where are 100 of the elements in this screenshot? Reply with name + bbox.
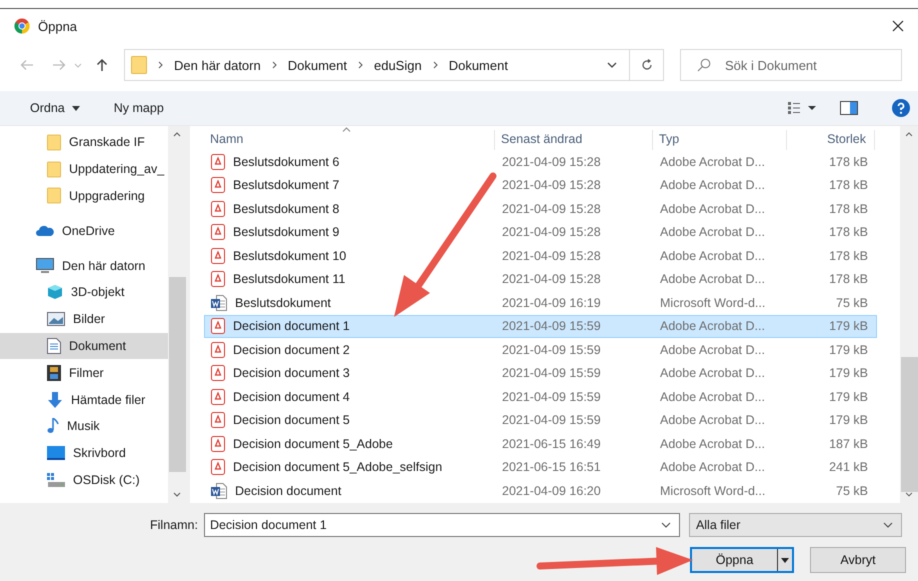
breadcrumb[interactable]: eduSign [374, 58, 422, 72]
size-cell-text: 178 kB [828, 272, 869, 286]
open-button[interactable]: Öppna [690, 547, 794, 573]
sidebar-item[interactable]: Hämtade filer [0, 386, 168, 413]
file-name: Beslutsdokument 8 [205, 200, 496, 217]
chevron-right-icon[interactable] [158, 61, 163, 69]
scroll-down-icon[interactable] [173, 492, 181, 497]
file-row[interactable]: Beslutsdokument 2021-04-09 16:19 Microsoft Word-d... 75 kB [204, 291, 877, 314]
sidebar-item[interactable]: Skrivbord [0, 440, 168, 467]
file-row[interactable]: Decision document 5_Adobe_selfsign 2021-06-15 16:51 Adobe Acrobat D... 241 kB [204, 456, 877, 479]
size-cell-text: 179 kB [828, 342, 869, 357]
filename-field[interactable]: Decision document 1 [204, 513, 680, 537]
sidebar-item[interactable]: Musik [0, 412, 168, 440]
pdf-file-icon [211, 365, 225, 382]
pdf-file-icon [211, 177, 225, 194]
size-cell-text: 75 kB [835, 484, 869, 498]
address-bar[interactable]: Den här datorn Dokument eduSign Dokument [124, 49, 630, 81]
file-name: Beslutsdokument 7 [205, 177, 496, 194]
sidebar-item[interactable]: Uppgradering [0, 182, 168, 210]
organize-menu[interactable]: Ordna [30, 101, 80, 115]
file-row[interactable]: Decision document 3 2021-04-09 15:59 Adobe Acrobat D... 179 kB [204, 362, 877, 385]
close-icon[interactable] [892, 20, 904, 32]
file-row[interactable]: Beslutsdokument 11 2021-04-09 15:28 Adobe Acrobat D... 178 kB [204, 268, 877, 291]
cancel-button[interactable]: Avbryt [810, 547, 906, 573]
file-row[interactable]: Decision document 5 2021-04-09 15:59 Adobe Acrobat D... 179 kB [204, 408, 877, 432]
file-row[interactable]: Beslutsdokument 8 2021-04-09 15:28 Adobe Acrobat D... 178 kB [204, 197, 877, 220]
chevron-right-icon[interactable] [358, 61, 363, 69]
new-folder-button[interactable]: Ny mapp [114, 101, 164, 115]
sidebar-item[interactable]: Uppdatering_av_ [0, 156, 168, 183]
caret-icon [72, 106, 80, 110]
breadcrumb[interactable]: Dokument [448, 58, 508, 72]
down-arrow-icon [47, 392, 63, 408]
file-row[interactable]: Beslutsdokument 10 2021-04-09 15:28 Adobe Acrobat D... 178 kB [204, 244, 877, 268]
refresh-button[interactable] [630, 49, 664, 81]
file-row[interactable]: Decision document 2021-04-09 16:20 Microsoft Word-d... 75 kB [204, 479, 877, 502]
date-cell-text: 2021-04-09 16:19 [501, 296, 602, 310]
sidebar-item[interactable]: Granskade IF [0, 129, 168, 156]
type-cell-text: Adobe Acrobat D... [659, 154, 766, 169]
sidebar-item[interactable]: Den här datorn [0, 252, 168, 279]
file-row[interactable]: Decision document 5_Adobe 2021-06-15 16:49 Adobe Acrobat D... 187 kB [204, 432, 877, 456]
help-icon[interactable] [892, 99, 910, 117]
breadcrumb[interactable]: Den här datorn [174, 58, 261, 72]
pdf-file-icon [211, 388, 225, 405]
chevron-right-icon[interactable] [272, 61, 277, 69]
date-cell-text: 2021-04-09 16:20 [501, 484, 602, 498]
file-row[interactable]: Decision document 2 2021-04-09 15:59 Adobe Acrobat D... 179 kB [204, 338, 877, 362]
search-field[interactable]: Sök i Dokument [680, 49, 902, 81]
type-cell-text: Adobe Acrobat D... [659, 460, 766, 474]
folder-icon [47, 134, 61, 151]
scroll-up-icon[interactable] [905, 132, 913, 137]
preview-pane-icon[interactable] [840, 101, 858, 115]
sidebar-item[interactable]: OneDrive [0, 217, 168, 244]
refresh-icon [640, 59, 652, 71]
sidebar-item[interactable]: Dokument [0, 332, 168, 360]
scroll-up-icon[interactable] [173, 132, 181, 137]
size-cell-text: 178 kB [828, 248, 869, 263]
chevron-right-icon[interactable] [432, 61, 438, 69]
date-cell-text: 2021-04-09 15:28 [501, 272, 602, 286]
file-name: Beslutsdokument 11 [205, 271, 496, 288]
file-row[interactable]: Decision document 1 2021-04-09 15:59 Adobe Acrobat D... 179 kB [204, 314, 877, 338]
scroll-down-icon[interactable] [905, 492, 913, 497]
column-header[interactable]: Typ [653, 130, 787, 150]
column-header[interactable]: Namn [204, 130, 495, 150]
date-cell-text: 2021-04-09 15:59 [501, 366, 602, 380]
pdf-file-icon [211, 412, 225, 428]
size-cell-text: 241 kB [828, 460, 869, 474]
file-type-dropdown[interactable]: Alla filer [688, 513, 902, 537]
file-name: Decision document 1 [205, 318, 496, 334]
view-options-icon[interactable] [788, 102, 816, 114]
type-cell-text: Adobe Acrobat D... [659, 225, 766, 240]
sidebar-item[interactable]: OSDisk (C:) [0, 466, 168, 494]
chevron-down-icon [882, 522, 893, 528]
pdf-file-icon [211, 154, 225, 170]
breadcrumb[interactable]: Dokument [288, 58, 347, 72]
type-cell-text: Adobe Acrobat D... [659, 390, 766, 404]
sidebar-item[interactable]: 3D-objekt [0, 278, 168, 306]
column-header[interactable]: Senast ändrad [495, 130, 653, 150]
scrollbar[interactable] [168, 126, 186, 503]
date-cell-text: 2021-06-15 16:49 [501, 436, 602, 451]
column-header[interactable]: Storlek [787, 130, 875, 150]
size-cell-text: 75 kB [835, 296, 869, 310]
file-name: Decision document 5_Adobe [205, 436, 496, 452]
scrollbar[interactable] [900, 126, 918, 503]
cube-icon [47, 284, 63, 300]
chevron-down-icon[interactable] [607, 62, 617, 68]
size-cell-text: 179 kB [828, 366, 869, 380]
date-cell-text: 2021-04-09 15:28 [501, 248, 602, 263]
file-row[interactable]: Decision document 4 2021-04-09 15:59 Adobe Acrobat D... 179 kB [204, 385, 877, 408]
sidebar-item[interactable]: Filmer [0, 359, 168, 386]
file-row[interactable]: Beslutsdokument 9 2021-04-09 15:28 Adobe Acrobat D... 178 kB [204, 220, 877, 244]
chevron-down-icon[interactable] [660, 522, 671, 528]
date-cell-text: 2021-04-09 15:28 [501, 225, 602, 240]
size-cell-text: 178 kB [828, 225, 869, 240]
window-title: Öppna [38, 18, 78, 34]
file-name: Decision document 3 [205, 365, 496, 382]
file-row[interactable]: Beslutsdokument 7 2021-04-09 15:28 Adobe Acrobat D... 178 kB [204, 174, 877, 197]
size-cell-text: 178 kB [828, 154, 869, 169]
up-arrow-icon[interactable] [96, 58, 108, 72]
sidebar-item[interactable]: Bilder [0, 306, 168, 333]
file-row[interactable]: Beslutsdokument 6 2021-04-09 15:28 Adobe Acrobat D... 178 kB [204, 150, 877, 174]
